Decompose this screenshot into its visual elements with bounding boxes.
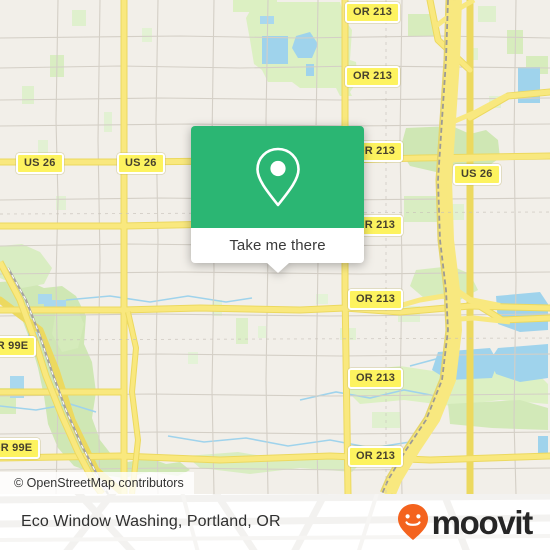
place-popup-card[interactable]: Take me there — [191, 126, 364, 273]
road-shield: OR 213 — [345, 2, 401, 23]
moovit-pin-icon — [397, 504, 428, 540]
moovit-logo[interactable]: moovit — [396, 494, 534, 550]
osm-attribution[interactable]: © OpenStreetMap contributors — [0, 472, 194, 494]
map-pin-icon — [255, 147, 300, 207]
road-shield: OR 213 — [348, 289, 404, 310]
popup-action-area[interactable]: Take me there — [191, 228, 364, 273]
moovit-place-map-screen: OR 213 OR 213 US 26 US 26 OR 213 US 26 OR 213 O… — [0, 0, 550, 550]
popup-tail — [266, 263, 289, 273]
road-shield: US 26 — [117, 153, 165, 174]
road-shield: OR 99E — [0, 438, 41, 459]
moovit-wordmark: moovit — [431, 503, 534, 541]
road-shield: US 26 — [453, 164, 501, 185]
popup-image-area — [191, 126, 364, 228]
place-title: Eco Window Washing, Portland, OR — [21, 513, 281, 530]
road-shield: OR 99E — [0, 336, 37, 357]
road-shield: OR 213 — [345, 66, 401, 87]
map-canvas[interactable]: OR 213 OR 213 US 26 US 26 OR 213 US 26 OR 213 O… — [0, 0, 550, 494]
road-shield: OR 213 — [348, 446, 404, 467]
road-shield: US 26 — [16, 153, 64, 174]
road-shield: OR 213 — [348, 368, 404, 389]
footer-bar: Eco Window Washing, Portland, OR moovit — [0, 494, 550, 550]
take-me-there-label: Take me there — [229, 237, 326, 254]
